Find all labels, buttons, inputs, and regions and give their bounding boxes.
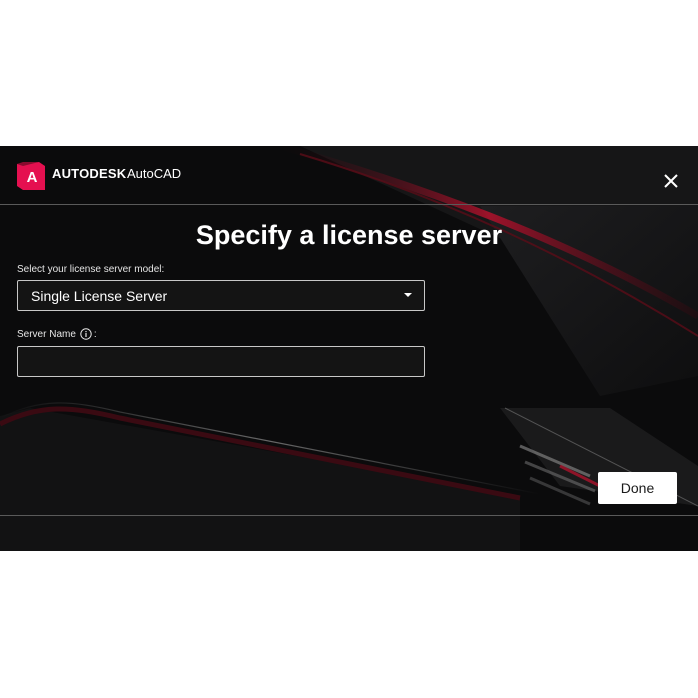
license-server-dialog: A AUTODESK AutoCAD Specify a license ser… bbox=[0, 146, 698, 551]
brand-name: AUTODESK bbox=[52, 166, 127, 181]
page-title: Specify a license server bbox=[195, 220, 503, 250]
autocad-logo-icon: A bbox=[17, 162, 45, 190]
license-model-selected-value: Single License Server bbox=[31, 288, 168, 304]
caret-down-icon bbox=[404, 293, 412, 297]
info-icon[interactable] bbox=[80, 328, 92, 340]
product-name: AutoCAD bbox=[127, 166, 182, 181]
done-button[interactable]: Done bbox=[598, 472, 677, 504]
close-icon[interactable] bbox=[660, 170, 682, 192]
title-bar: A AUTODESK AutoCAD bbox=[0, 146, 698, 205]
footer-divider bbox=[0, 515, 698, 516]
server-name-label: Server Name bbox=[17, 328, 76, 340]
server-name-colon: : bbox=[93, 328, 97, 340]
server-name-input[interactable] bbox=[17, 346, 425, 377]
license-model-select[interactable]: Single License Server bbox=[17, 280, 425, 311]
license-model-label: Select your license server model: bbox=[17, 264, 165, 275]
server-name-label-row: Server Name : bbox=[17, 328, 97, 340]
brand-letter: A bbox=[27, 169, 38, 186]
